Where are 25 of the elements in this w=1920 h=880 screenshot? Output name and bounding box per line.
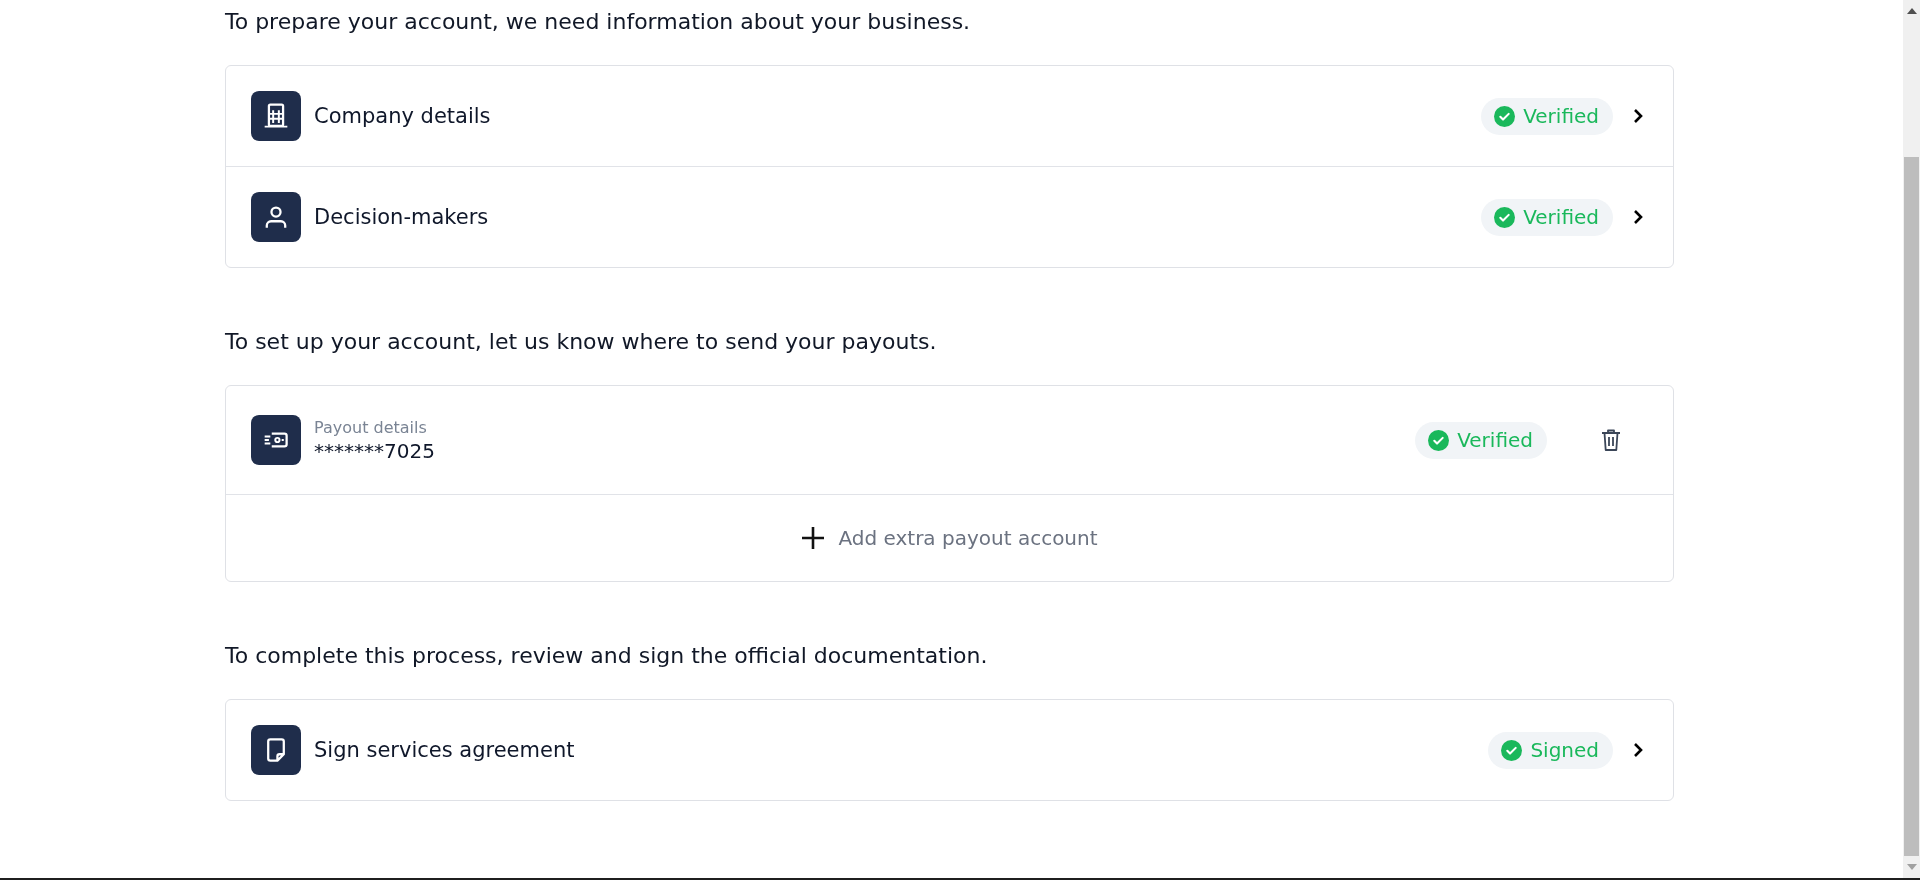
- scrollbar[interactable]: [1903, 0, 1920, 878]
- row-title: Sign services agreement: [314, 738, 575, 762]
- plus-icon: [800, 525, 827, 551]
- person-icon: [251, 192, 301, 242]
- row-title: Decision-makers: [314, 205, 489, 229]
- trash-icon[interactable]: [1599, 427, 1623, 453]
- row-caption: Payout details: [314, 417, 428, 437]
- status-badge: Verified: [1415, 421, 1547, 459]
- check-circle-icon: [1494, 105, 1516, 127]
- masked-account-number: *******7025: [314, 438, 435, 463]
- banknote-icon: [251, 415, 301, 465]
- section-heading: To set up your account, let us know where to send your payouts.: [225, 328, 938, 356]
- scroll-up-arrow-icon[interactable]: [1906, 8, 1917, 14]
- document-icon: [251, 725, 301, 775]
- row-title: Company details: [314, 104, 491, 128]
- status-badge: Signed: [1488, 731, 1613, 769]
- add-payout-account-button[interactable]: Add extra payout account: [800, 525, 1098, 551]
- status-badge: Verified: [1481, 97, 1613, 135]
- section-heading: To complete this process, review and sign the official documentation.: [225, 642, 989, 670]
- check-circle-icon: [1501, 739, 1523, 761]
- check-circle-icon: [1428, 429, 1450, 451]
- building-icon: [251, 91, 301, 141]
- status-badge: Verified: [1481, 198, 1613, 236]
- check-circle-icon: [1494, 206, 1516, 228]
- section-heading: To prepare your account, we need information about your business.: [225, 8, 972, 36]
